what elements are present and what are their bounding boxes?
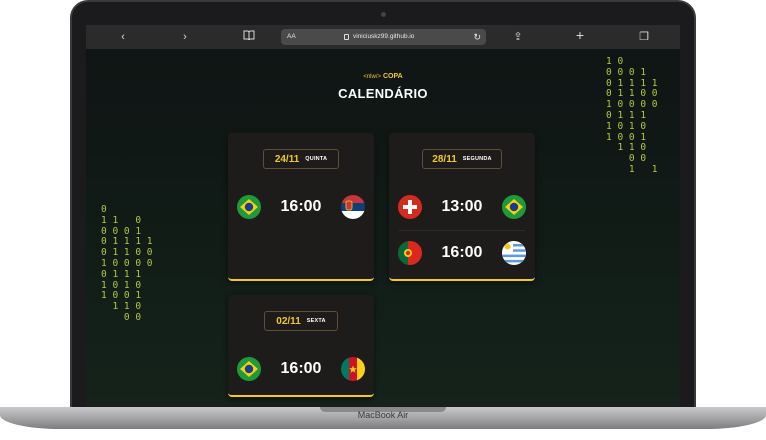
portugal-flag-icon bbox=[398, 241, 422, 265]
switzerland-flag-icon bbox=[398, 195, 422, 219]
date-badge: 02/11 SEXTA bbox=[264, 311, 338, 331]
weekday-text: SEGUNDA bbox=[462, 156, 492, 162]
screen: ‹ › AA viniciuskz99.github.io ↻ ⇪ + ❐ 0 … bbox=[86, 25, 680, 406]
weekday-text: QUINTA bbox=[305, 156, 328, 162]
reader-aa-button[interactable]: AA bbox=[287, 29, 296, 45]
page-title: CALENDÁRIO bbox=[338, 86, 428, 101]
back-button[interactable]: ‹ bbox=[116, 30, 130, 44]
reload-icon[interactable]: ↻ bbox=[473, 29, 481, 45]
weekday-text: SEXTA bbox=[306, 318, 326, 324]
date-text: 02/11 bbox=[276, 315, 301, 327]
brazil-flag-icon bbox=[237, 195, 261, 219]
match-row: 16:00 bbox=[389, 241, 535, 267]
bookmarks-button[interactable] bbox=[242, 30, 256, 44]
browser-toolbar: ‹ › AA viniciuskz99.github.io ↻ ⇪ + ❐ bbox=[86, 25, 680, 49]
date-text: 28/11 bbox=[432, 153, 457, 165]
binary-decoration-left: 0 1 1 0 0 0 0 1 0 1 1 1 1 0 1 1 0 0 1 0 … bbox=[101, 204, 153, 323]
brazil-flag-icon bbox=[237, 357, 261, 381]
address-bar[interactable]: AA viniciuskz99.github.io ↻ bbox=[281, 29, 486, 45]
camera-icon bbox=[381, 12, 386, 17]
new-tab-button[interactable]: + bbox=[573, 28, 587, 42]
forward-button[interactable]: › bbox=[178, 30, 192, 44]
book-icon bbox=[243, 30, 255, 41]
share-button[interactable]: ⇪ bbox=[511, 30, 525, 44]
serbia-flag-icon bbox=[341, 195, 365, 219]
day-card: 28/11 SEGUNDA 13:00 16:00 bbox=[389, 133, 535, 281]
model-label: MacBook Air bbox=[357, 410, 409, 420]
brand-tag: <nlw/> bbox=[363, 74, 381, 80]
tabs-overview-button[interactable]: ❐ bbox=[637, 30, 651, 44]
day-card: 02/11 SEXTA 16:00 bbox=[228, 295, 374, 397]
match-divider bbox=[399, 230, 525, 231]
brand-logo: <nlw/> COPA bbox=[86, 73, 680, 80]
macbook-frame: ‹ › AA viniciuskz99.github.io ↻ ⇪ + ❐ 0 … bbox=[0, 0, 766, 440]
day-card: 24/11 QUINTA 16:00 bbox=[228, 133, 374, 281]
match-row: 13:00 bbox=[389, 195, 535, 221]
uruguay-flag-icon bbox=[502, 241, 526, 265]
match-row: 16:00 bbox=[228, 195, 374, 221]
date-text: 24/11 bbox=[274, 153, 300, 165]
date-badge: 24/11 QUINTA bbox=[263, 149, 339, 169]
date-badge: 28/11 SEGUNDA bbox=[422, 149, 502, 169]
brazil-flag-icon bbox=[502, 195, 526, 219]
match-row: 16:00 bbox=[228, 357, 374, 383]
cameroon-flag-icon bbox=[341, 357, 365, 381]
brand-name: COPA bbox=[382, 73, 403, 80]
url-text: viniciuskz99.github.io bbox=[353, 33, 415, 40]
lock-icon bbox=[344, 34, 349, 40]
